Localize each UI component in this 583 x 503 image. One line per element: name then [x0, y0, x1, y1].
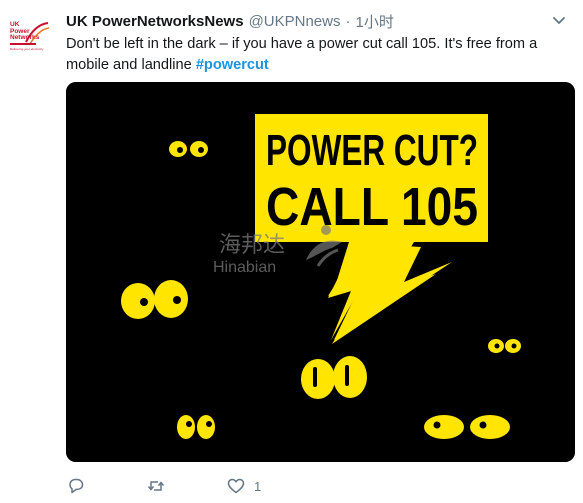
- avatar-logo-underline: [10, 43, 36, 45]
- retweet-button[interactable]: [146, 474, 226, 498]
- poster-headline-line1: POWER CUT?: [266, 126, 478, 175]
- watermark-en: Hinabian: [213, 259, 276, 276]
- like-button[interactable]: 1: [226, 474, 306, 498]
- heart-icon: [227, 478, 245, 494]
- hashtag-link[interactable]: #powercut: [196, 57, 269, 73]
- chevron-down-icon[interactable]: [551, 12, 567, 28]
- avatar[interactable]: UK Power Networks Delivering your electr…: [8, 12, 56, 60]
- reply-button[interactable]: [66, 474, 146, 498]
- tweet-media-image[interactable]: POWER CUT? CALL 105 海邦达 Hinabian: [66, 82, 575, 462]
- power-cut-poster: POWER CUT? CALL 105 海邦达 Hinabian: [66, 82, 575, 462]
- tweet-actions: 1: [66, 474, 306, 498]
- watermark-cn: 海邦达: [219, 233, 285, 258]
- timestamp[interactable]: 1小时: [355, 11, 393, 32]
- tweet[interactable]: UK Power Networks Delivering your electr…: [0, 0, 583, 503]
- tweet-header: UK PowerNetworksNews @UKPNnews · 1小时: [66, 10, 394, 32]
- avatar-tagline: Delivering your electricity: [10, 47, 44, 51]
- separator-dot: ·: [345, 12, 351, 30]
- tweet-body: Don't be left in the dark – if you have …: [66, 36, 538, 73]
- poster-headline-line2: CALL 105: [266, 177, 478, 237]
- like-count: 1: [254, 478, 262, 494]
- reply-icon: [69, 478, 84, 494]
- user-handle[interactable]: @UKPNnews: [249, 13, 341, 30]
- display-name[interactable]: UK PowerNetworksNews: [66, 13, 244, 30]
- retweet-icon: [147, 481, 165, 491]
- tweet-text: Don't be left in the dark – if you have …: [66, 34, 576, 76]
